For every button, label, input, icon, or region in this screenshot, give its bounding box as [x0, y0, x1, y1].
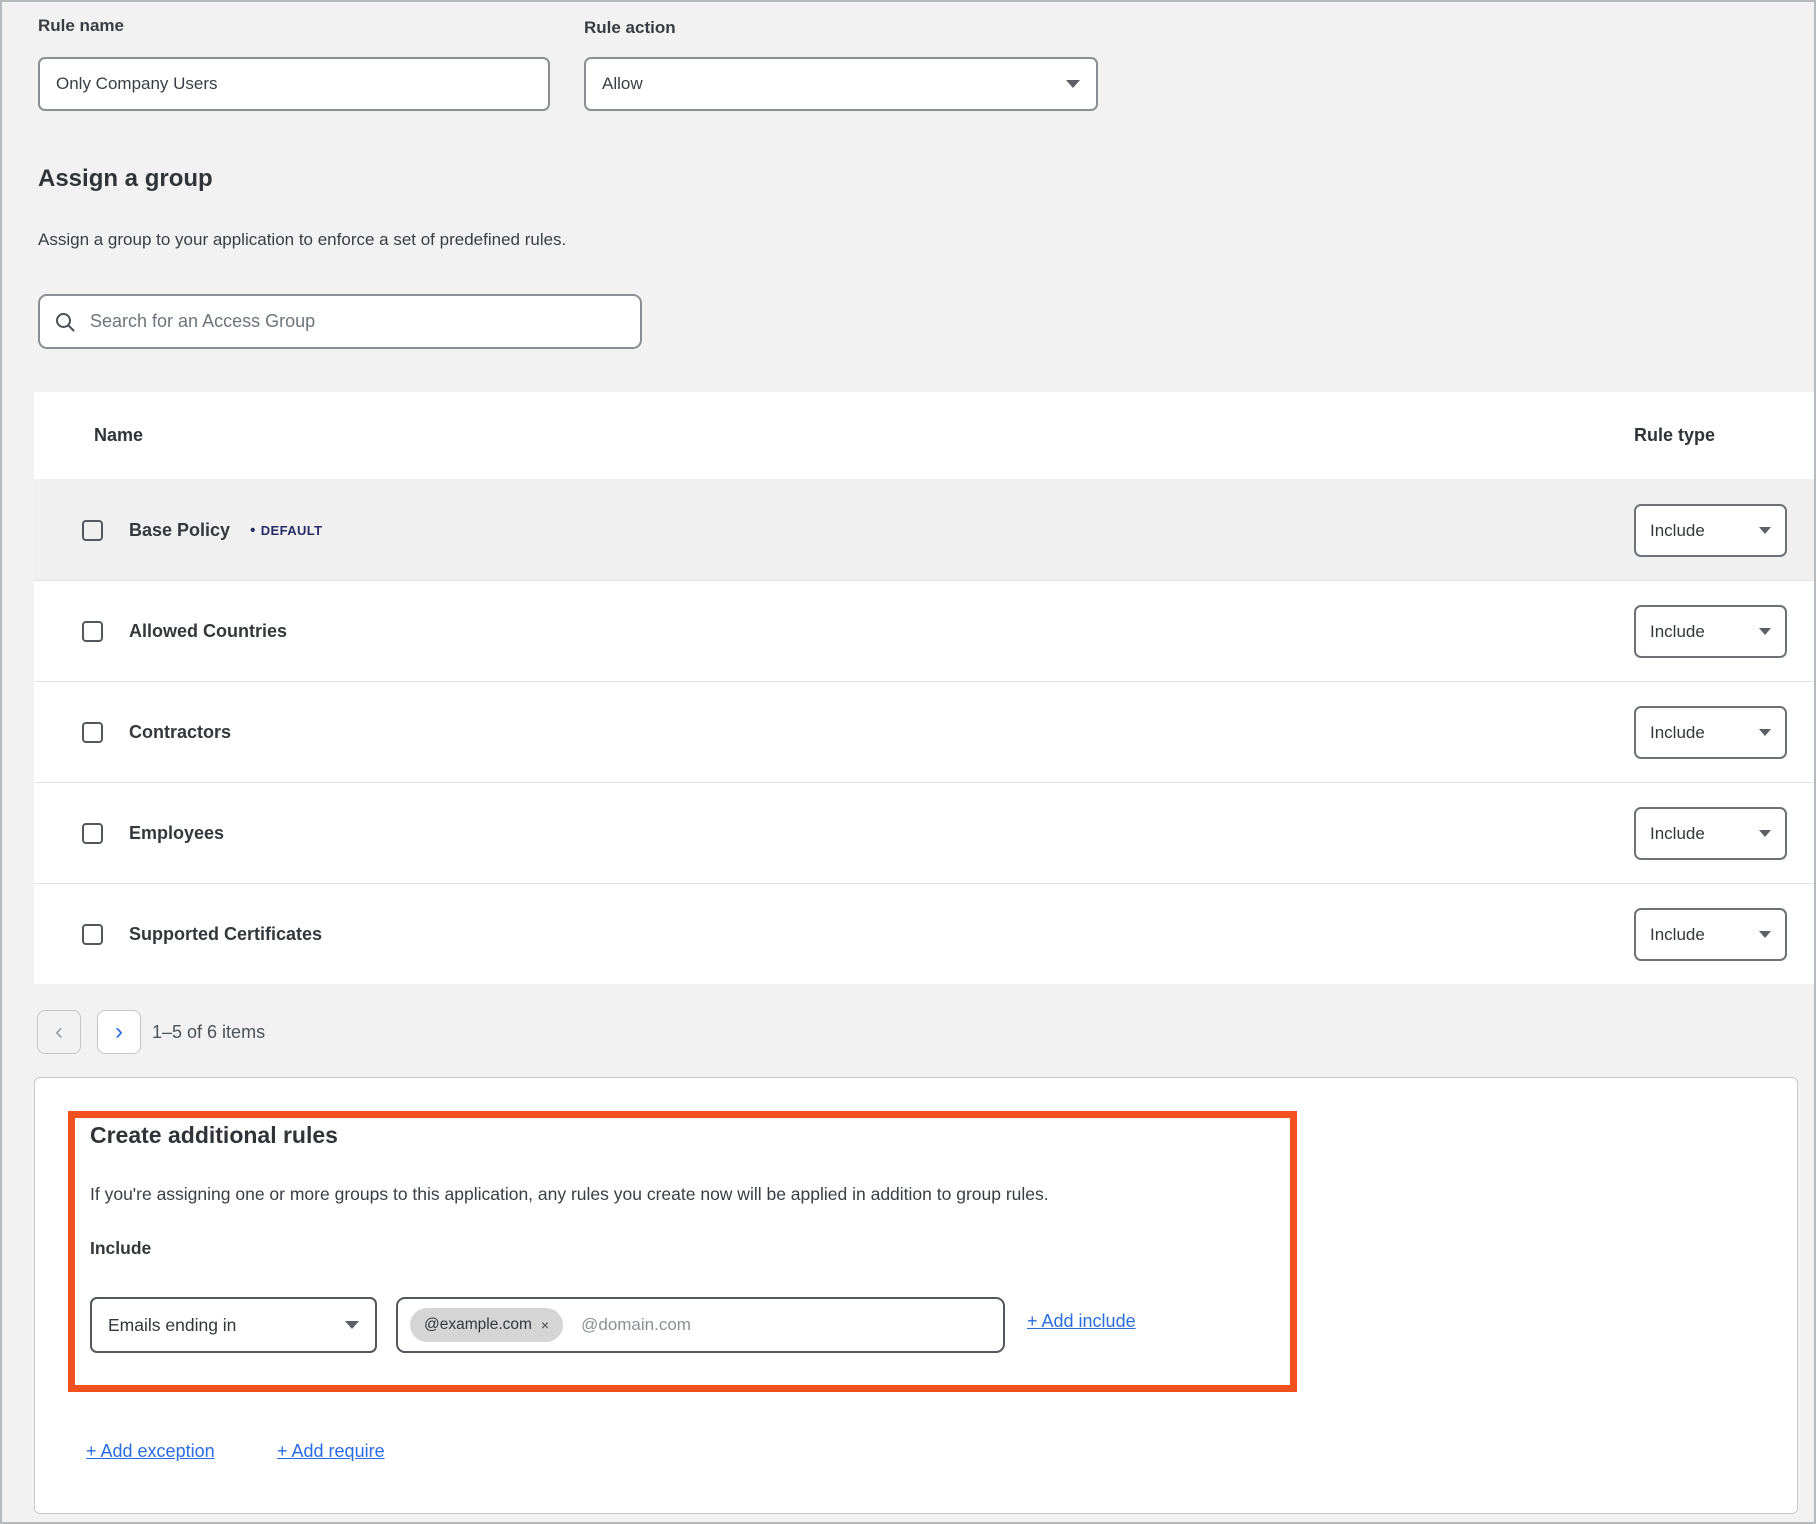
- default-badge: • DEFAULT: [250, 522, 322, 539]
- assign-group-heading: Assign a group: [38, 165, 213, 193]
- rule-action-label: Rule action: [584, 18, 676, 38]
- access-group-table: Name Rule type Base Policy • DEFAULT Incl…: [34, 392, 1815, 984]
- row-checkbox[interactable]: [82, 722, 103, 743]
- table-row: Allowed Countries Include: [34, 580, 1815, 681]
- rule-action-value: Allow: [602, 74, 643, 94]
- table-row: Employees Include: [34, 782, 1815, 883]
- additional-rules-heading: Create additional rules: [90, 1122, 338, 1149]
- chip-remove-icon[interactable]: ×: [541, 1318, 549, 1332]
- next-page-button[interactable]: ›: [97, 1010, 141, 1054]
- add-include-link[interactable]: + Add include: [1027, 1311, 1136, 1332]
- rule-type-select[interactable]: Include: [1634, 706, 1787, 759]
- chevron-right-icon: ›: [115, 1020, 123, 1044]
- additional-rules-description: If you're assigning one or more groups t…: [90, 1184, 1049, 1205]
- rule-name-field-wrap: [38, 57, 550, 111]
- row-checkbox[interactable]: [82, 621, 103, 642]
- rule-name-label: Rule name: [38, 16, 124, 36]
- chevron-down-icon: [1759, 931, 1771, 938]
- additional-rules-panel: Create additional rules If you're assign…: [34, 1077, 1798, 1514]
- column-header-name: Name: [34, 425, 143, 446]
- include-condition-select[interactable]: Emails ending in: [90, 1297, 377, 1353]
- chip-label: @example.com: [424, 1316, 532, 1334]
- domain-text-input[interactable]: [579, 1314, 991, 1336]
- include-label: Include: [90, 1238, 151, 1259]
- row-name: Contractors: [34, 722, 231, 743]
- table-header: Name Rule type: [34, 392, 1815, 479]
- row-name: Allowed Countries: [34, 621, 287, 642]
- rule-type-value: Include: [1650, 824, 1705, 844]
- rule-type-select[interactable]: Include: [1634, 807, 1787, 860]
- row-checkbox[interactable]: [82, 520, 103, 541]
- rule-action-select[interactable]: Allow: [584, 57, 1098, 111]
- assign-group-description: Assign a group to your application to en…: [38, 230, 566, 250]
- rule-type-value: Include: [1650, 622, 1705, 642]
- row-name: Base Policy: [34, 520, 230, 541]
- table-row: Contractors Include: [34, 681, 1815, 782]
- pagination-status: 1–5 of 6 items: [152, 1022, 265, 1043]
- page: Rule name Rule action Allow Assign a gro…: [0, 0, 1816, 1524]
- rule-type-select[interactable]: Include: [1634, 908, 1787, 961]
- badge-text: DEFAULT: [261, 523, 323, 538]
- rule-type-value: Include: [1650, 521, 1705, 541]
- search-icon: [54, 311, 76, 333]
- table-row: Supported Certificates Include: [34, 883, 1815, 984]
- rule-type-value: Include: [1650, 925, 1705, 945]
- group-table-body: Base Policy • DEFAULT Include Allowed Cou…: [34, 479, 1815, 984]
- chevron-down-icon: [1759, 830, 1771, 837]
- chevron-down-icon: [1759, 527, 1771, 534]
- row-name: Supported Certificates: [34, 924, 322, 945]
- chevron-left-icon: ‹: [55, 1020, 63, 1044]
- row-checkbox[interactable]: [82, 924, 103, 945]
- rule-type-value: Include: [1650, 723, 1705, 743]
- row-checkbox[interactable]: [82, 823, 103, 844]
- column-header-rule-type: Rule type: [1634, 425, 1715, 446]
- rule-name-input[interactable]: [56, 74, 532, 94]
- add-exception-link[interactable]: + Add exception: [86, 1441, 215, 1462]
- chevron-down-icon: [1066, 80, 1080, 88]
- previous-page-button[interactable]: ‹: [37, 1010, 81, 1054]
- chevron-down-icon: [345, 1321, 359, 1329]
- search-input[interactable]: [88, 310, 626, 333]
- table-row: Base Policy • DEFAULT Include: [34, 479, 1815, 580]
- include-condition-value: Emails ending in: [108, 1315, 236, 1336]
- add-require-link[interactable]: + Add require: [277, 1441, 385, 1462]
- badge-bullet-icon: •: [250, 522, 256, 539]
- domain-chip: @example.com ×: [410, 1308, 563, 1342]
- access-group-search: [38, 294, 642, 349]
- domain-tag-input[interactable]: @example.com ×: [396, 1297, 1005, 1353]
- rule-type-select[interactable]: Include: [1634, 504, 1787, 557]
- rule-type-select[interactable]: Include: [1634, 605, 1787, 658]
- row-name: Employees: [34, 823, 224, 844]
- chevron-down-icon: [1759, 729, 1771, 736]
- chevron-down-icon: [1759, 628, 1771, 635]
